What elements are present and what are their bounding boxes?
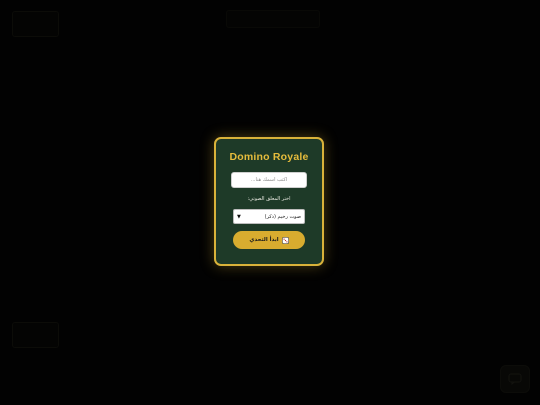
start-button-label: ابدأ التحدي (249, 237, 279, 243)
start-challenge-button[interactable]: ابدأ التحدي (233, 231, 305, 249)
game-stage: Domino Royale اختر المعلق الصوتي: ▼ صوت … (0, 0, 540, 405)
voice-select-value: صوت رخيم (ذكر) (264, 213, 301, 220)
dialog-title: Domino Royale (229, 151, 309, 163)
player-name-input[interactable] (231, 172, 307, 188)
chevron-down-icon: ▼ (237, 213, 241, 220)
dice-icon (281, 236, 289, 244)
start-dialog: Domino Royale اختر المعلق الصوتي: ▼ صوت … (214, 137, 324, 266)
voice-label: اختر المعلق الصوتي: (247, 196, 291, 202)
voice-select[interactable]: ▼ صوت رخيم (ذكر) (233, 209, 305, 224)
